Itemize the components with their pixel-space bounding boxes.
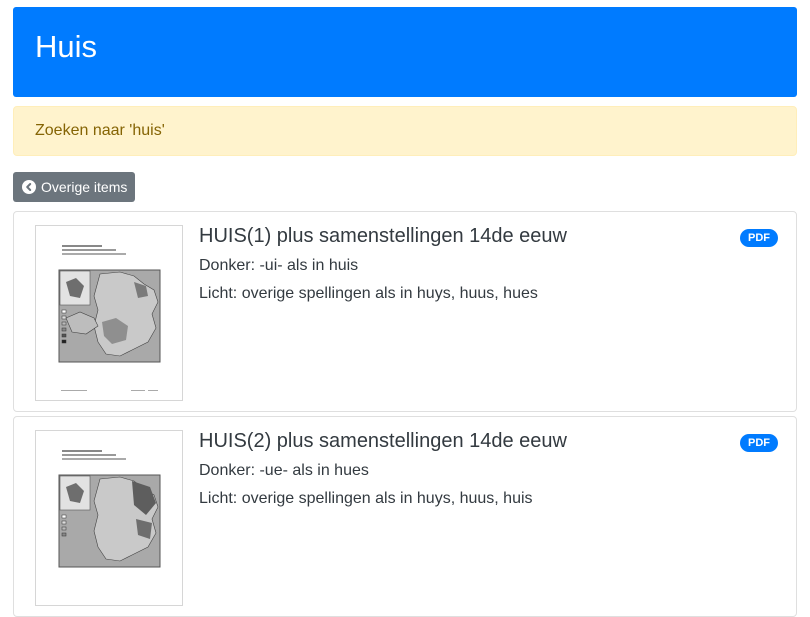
item-title-link[interactable]: HUIS(1) plus samenstellingen 14de eeuw <box>199 225 567 248</box>
chevron-left-circle-icon <box>22 180 36 194</box>
list-item: HUIS(2) plus samenstellingen 14de eeuw D… <box>13 416 797 617</box>
item-title-link[interactable]: HUIS(2) plus samenstellingen 14de eeuw <box>199 430 567 453</box>
search-alert: Zoeken naar 'huis' <box>13 106 797 156</box>
page-title: Huis <box>35 29 98 64</box>
list-item: HUIS(1) plus samenstellingen 14de eeuw D… <box>13 211 797 412</box>
search-alert-text: Zoeken naar 'huis' <box>35 122 165 139</box>
back-to-items-button[interactable]: Overige items <box>13 172 135 202</box>
pdf-badge[interactable]: PDF <box>740 229 778 247</box>
back-button-label: Overige items <box>41 179 128 195</box>
pdf-badge[interactable]: PDF <box>740 434 778 452</box>
map-thumbnail[interactable] <box>35 430 183 606</box>
map-thumbnail[interactable] <box>35 225 183 401</box>
item-light-description: Licht: overige spellingen als in huys, h… <box>199 285 538 302</box>
item-light-description: Licht: overige spellingen als in huys, h… <box>199 490 533 507</box>
item-dark-description: Donker: -ue- als in hues <box>199 462 369 479</box>
item-dark-description: Donker: -ui- als in huis <box>199 257 359 274</box>
page-header: Huis <box>13 7 797 97</box>
